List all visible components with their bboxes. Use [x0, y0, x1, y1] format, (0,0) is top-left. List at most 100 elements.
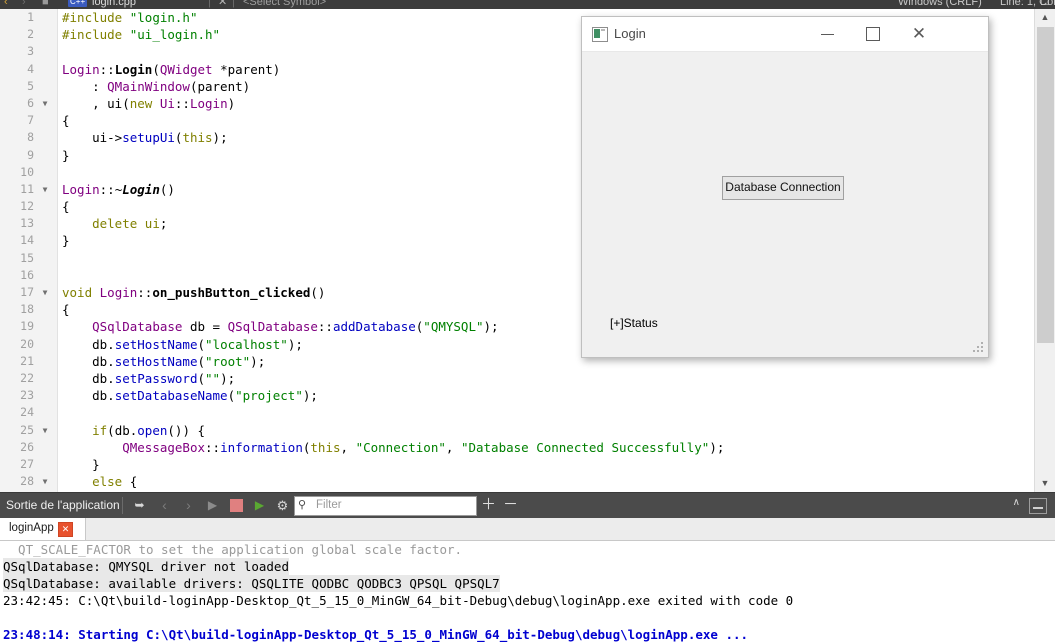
code-text: }	[62, 456, 100, 472]
line-number: 22	[20, 370, 34, 385]
code-text: }	[62, 233, 70, 249]
output-line: QT_SCALE_FACTOR to set the application g…	[0, 541, 1055, 558]
output-line: 23:48:14: Starting C:\Qt\build-loginApp-…	[0, 626, 1055, 643]
line-number: 13	[20, 216, 34, 231]
code-line[interactable]: 27 }	[0, 456, 1035, 473]
navigate-forward-icon[interactable]: ›	[22, 0, 26, 9]
line-number: 16	[20, 267, 34, 282]
line-number: 8	[27, 130, 34, 145]
toolbar-separator-1: |	[208, 0, 211, 8]
gear-icon[interactable]: ⚙	[274, 497, 291, 514]
maximize-pane-icon[interactable]	[1029, 498, 1047, 514]
increase-font-icon[interactable]: ＋	[481, 496, 496, 514]
line-number: 25	[20, 422, 34, 437]
line-number: 12	[20, 199, 34, 214]
output-line-text: QSqlDatabase: available drivers: QSQLITE…	[3, 575, 500, 592]
application-window-icon	[592, 27, 608, 42]
code-text: #include "login.h"	[62, 10, 198, 25]
dialog-minimize-button[interactable]	[804, 17, 850, 50]
open-file-name[interactable]: login.cpp	[92, 0, 136, 9]
code-text: {	[62, 113, 70, 129]
code-text: {	[62, 199, 70, 215]
login-dialog-window[interactable]: Login ✕ Database Connection [+]Status	[581, 16, 989, 358]
code-line[interactable]: 24	[0, 404, 1035, 421]
editor-toolbar: ‹ › ■ C++ login.cpp | ✕ | <Select Symbol…	[0, 0, 1055, 9]
line-number: 2	[27, 27, 34, 42]
scroll-down-icon[interactable]: ▼	[1035, 475, 1055, 492]
scroll-up-icon[interactable]: ▲	[1035, 9, 1055, 26]
fold-marker-icon[interactable]: ▼	[40, 95, 50, 112]
dialog-title-text: Login	[614, 26, 646, 41]
split-editor-icon[interactable]: ■	[42, 0, 49, 9]
line-number: 20	[20, 336, 34, 351]
line-number: 14	[20, 233, 34, 248]
code-text: QSqlDatabase db = QSqlDatabase::addDatab…	[92, 319, 499, 335]
filter-placeholder-text: Filter	[316, 499, 342, 511]
code-line[interactable]: 25 ▼ if(db.open()) {	[0, 422, 1035, 439]
stop-icon[interactable]	[228, 497, 245, 514]
dialog-maximize-button[interactable]	[850, 17, 896, 50]
output-toolbar: Sortie de l'application ➥ ‹ › ▶ ▶ ⚙ ⚲ Fi…	[0, 492, 1055, 518]
line-number: 1	[27, 10, 34, 24]
navigate-back-icon[interactable]: ‹	[4, 0, 8, 9]
code-text: db.setDatabaseName("project");	[62, 388, 318, 404]
code-line[interactable]: 28 ▼ else {	[0, 473, 1035, 490]
fold-marker-icon[interactable]: ▼	[40, 422, 50, 439]
line-number: 27	[20, 456, 34, 471]
debug-run-icon[interactable]: ▶	[251, 497, 268, 514]
line-number: 7	[27, 113, 34, 128]
code-line[interactable]: 23 db.setDatabaseName("project");	[0, 387, 1035, 404]
next-item-icon[interactable]: ›	[180, 497, 197, 514]
line-number: 10	[20, 164, 34, 179]
resize-grip-icon[interactable]	[973, 342, 984, 353]
output-line: QSqlDatabase: available drivers: QSQLITE…	[0, 575, 1055, 592]
code-text: ui->setupUi(this);	[62, 130, 228, 146]
fold-marker-icon[interactable]: ▼	[40, 473, 50, 490]
minimize-icon[interactable]: ☐	[1040, 0, 1050, 9]
code-text: else {	[92, 474, 138, 490]
output-line-text: 23:42:45: C:\Qt\build-loginApp-Desktop_Q…	[3, 593, 794, 608]
code-text: : QMainWindow(parent)	[62, 78, 251, 94]
line-ending-selector[interactable]: Windows (CRLF)	[898, 0, 982, 9]
database-connection-button[interactable]: Database Connection	[722, 176, 844, 200]
code-text: delete ui;	[92, 216, 168, 232]
line-number: 3	[27, 44, 34, 59]
file-type-badge: C++	[68, 0, 88, 7]
output-console-text[interactable]: QT_SCALE_FACTOR to set the application g…	[0, 541, 1055, 644]
application-output-pane: Sortie de l'application ➥ ‹ › ▶ ▶ ⚙ ⚲ Fi…	[0, 492, 1055, 644]
previous-item-icon[interactable]: ‹	[156, 497, 173, 514]
output-tab-bar: loginApp ✕	[0, 518, 1055, 541]
code-text: QMessageBox::information(this, "Connecti…	[122, 439, 725, 455]
output-tab-loginapp[interactable]: loginApp ✕	[0, 518, 86, 540]
close-file-icon[interactable]: ✕	[218, 0, 227, 9]
code-line[interactable]: 26 QMessageBox::information(this, "Conne…	[0, 439, 1035, 456]
filter-input[interactable]: ⚲ Filter	[294, 496, 477, 516]
dialog-body: Database Connection [+]Status	[582, 52, 988, 357]
code-text: Login::~Login()	[62, 181, 175, 197]
line-number: 5	[27, 78, 34, 93]
code-text: db.setHostName("localhost");	[62, 336, 303, 352]
line-number: 17	[20, 285, 34, 299]
code-line[interactable]: 22 db.setPassword("");	[0, 370, 1035, 387]
dialog-close-button[interactable]: ✕	[896, 17, 942, 50]
line-number: 23	[20, 388, 34, 403]
dialog-title-bar[interactable]: Login ✕	[582, 17, 988, 52]
output-line-text: QSqlDatabase: QMYSQL driver not loaded	[3, 558, 289, 575]
run-icon[interactable]: ▶	[204, 497, 221, 514]
line-number: 21	[20, 353, 34, 368]
scrollbar-thumb[interactable]	[1037, 27, 1054, 343]
output-line-text: QT_SCALE_FACTOR to set the application g…	[3, 542, 463, 557]
code-text: {	[62, 302, 70, 318]
editor-vertical-scrollbar[interactable]: ▲ ▼	[1034, 9, 1055, 492]
code-text: Login::Login(QWidget *parent)	[62, 61, 281, 77]
collapse-pane-icon[interactable]: ∧	[1013, 497, 1020, 508]
clear-output-icon[interactable]: ➥	[131, 497, 148, 514]
fold-marker-icon[interactable]: ▼	[40, 284, 50, 301]
symbol-selector[interactable]: <Select Symbol>	[243, 0, 326, 9]
fold-marker-icon[interactable]: ▼	[40, 181, 50, 198]
decrease-font-icon[interactable]: －	[503, 496, 518, 514]
line-number: 19	[20, 319, 34, 334]
code-text: db.setPassword("");	[62, 370, 236, 386]
close-icon[interactable]: ✕	[58, 522, 73, 537]
line-number: 15	[20, 250, 34, 265]
